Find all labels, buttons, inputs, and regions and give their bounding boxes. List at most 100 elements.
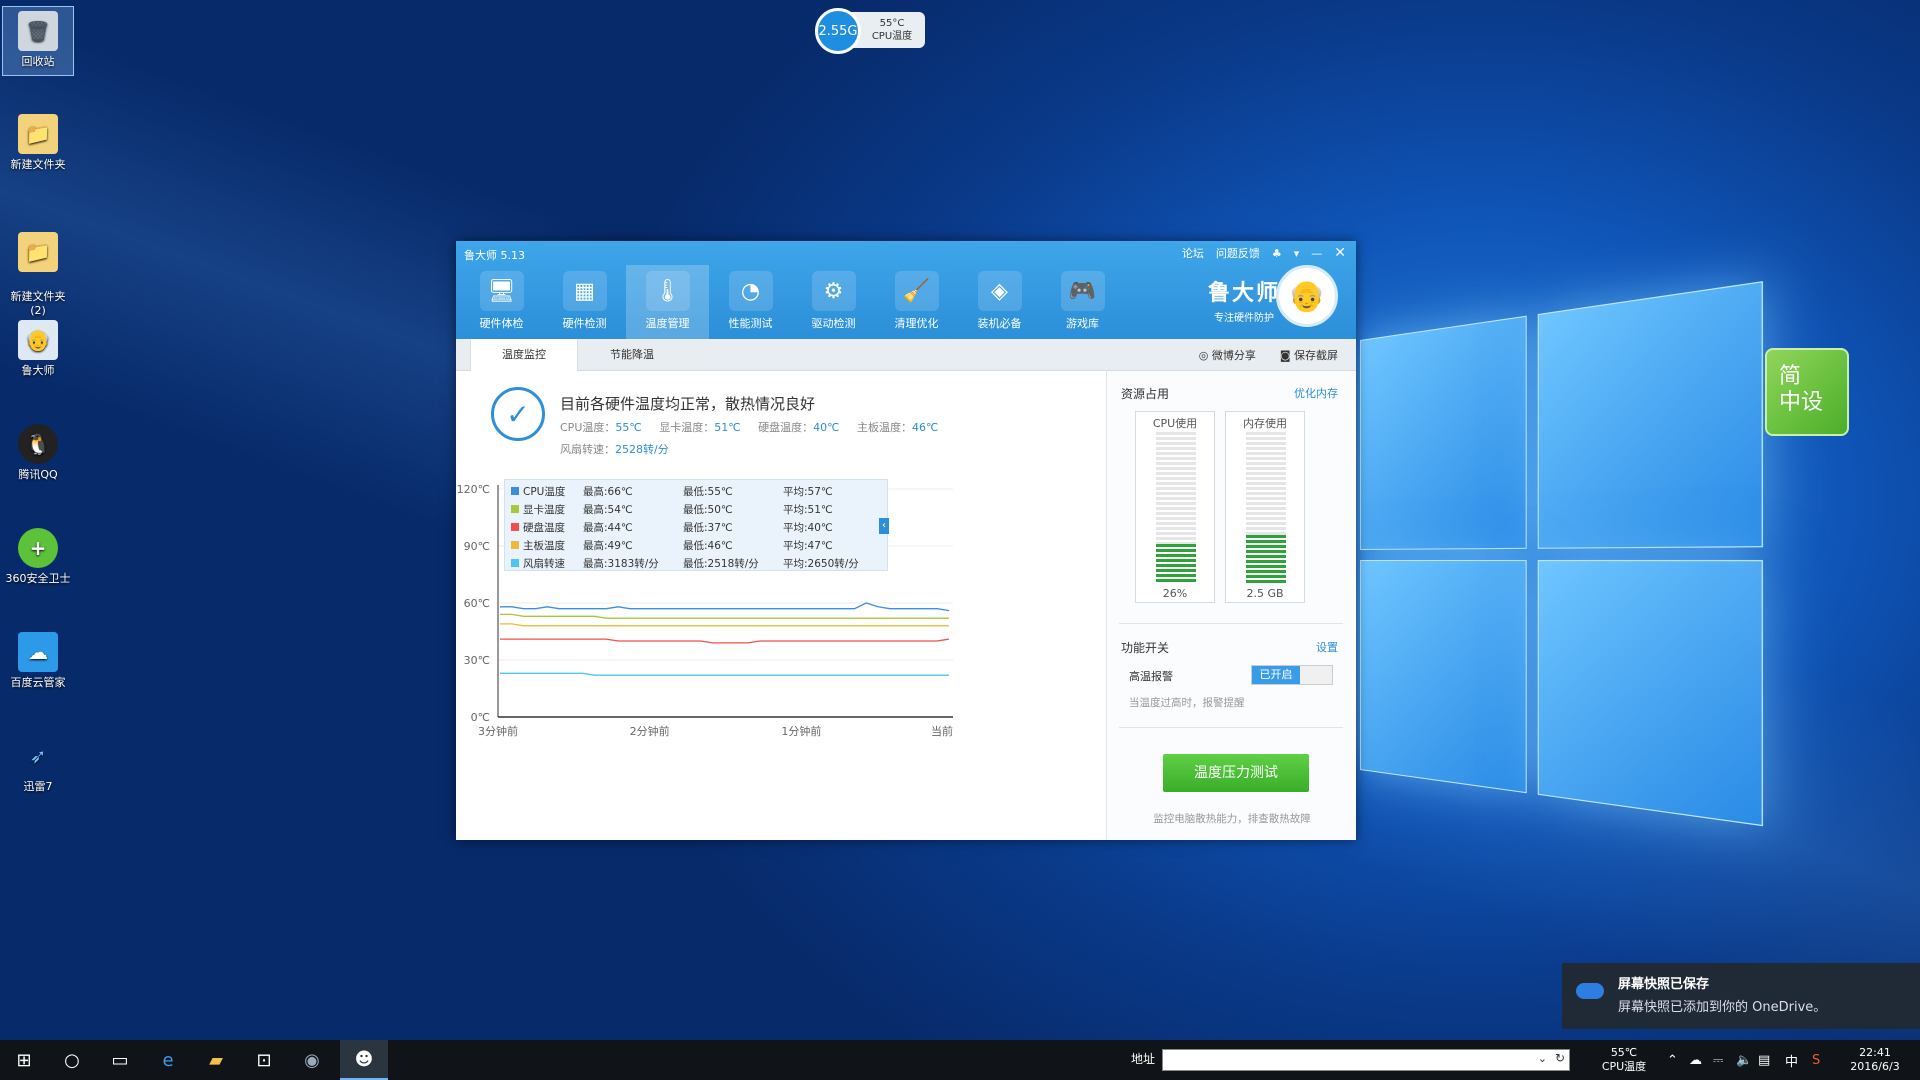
tab-energy-save[interactable]: 节能降温 bbox=[578, 339, 686, 371]
windows-logo-wallpaper bbox=[1360, 281, 1763, 839]
cpu-temp-value: 55℃ bbox=[615, 421, 642, 434]
tray-temp-label: CPU温度 bbox=[1601, 1060, 1647, 1073]
sogou-icon[interactable]: S bbox=[1812, 1040, 1820, 1080]
optimize-memory-link[interactable]: 优化内存 bbox=[1294, 385, 1338, 401]
tray-cpu-temp[interactable]: 55℃ CPU温度 bbox=[1596, 1040, 1652, 1080]
memory-usage-value: 2.5 GB bbox=[1246, 587, 1284, 600]
network-icon[interactable]: ⎓ bbox=[1713, 1040, 1723, 1080]
nav-label: 温度管理 bbox=[645, 317, 690, 330]
forum-link[interactable]: 论坛 bbox=[1182, 245, 1204, 261]
collapse-legend-button[interactable]: ‹ bbox=[879, 518, 889, 534]
gpu-temp-value: 51℃ bbox=[714, 421, 741, 434]
legend-min: 最低:50℃ bbox=[683, 503, 733, 516]
monitor-icon: 🖥 bbox=[479, 271, 524, 311]
clock[interactable]: 22:41 2016/6/3 bbox=[1840, 1040, 1910, 1080]
window-title: 鲁大师 5.13 bbox=[464, 249, 525, 262]
mascot-avatar[interactable]: 👴 bbox=[1276, 265, 1338, 327]
series-line bbox=[500, 638, 950, 644]
gpu-temp-label: 显卡温度： bbox=[659, 421, 715, 434]
taskbar-explorer[interactable]: ▰ bbox=[192, 1040, 240, 1080]
widget-text-1: 简 bbox=[1779, 364, 1802, 389]
address-input[interactable]: ⌄ ↻ bbox=[1162, 1049, 1570, 1071]
taskbar-ludashi[interactable]: ☻ bbox=[340, 1040, 388, 1080]
xunlei-icon: ➶ bbox=[29, 744, 47, 768]
cpu-usage-bar bbox=[1156, 432, 1196, 584]
desktop-icon-folder[interactable]: 📁 新建文件夹 bbox=[2, 114, 74, 172]
alarm-toggle[interactable]: 已开启 bbox=[1251, 665, 1333, 685]
refresh-icon[interactable]: ↻ bbox=[1555, 1051, 1565, 1065]
nav-temperature[interactable]: 🌡 温度管理 bbox=[626, 265, 709, 339]
minimize-button[interactable]: — bbox=[1311, 247, 1322, 260]
desktop-icon-folder-2[interactable]: 📁 新建文件夹 (2) bbox=[2, 218, 74, 332]
taskbar: ⊞ ○ ▭ e ▰ ⊡ ◉ ☻ 地址 ⌄ ↻ 55℃ CPU温度 ⌃ ☁ ⎓ 🔈 … bbox=[0, 1040, 1920, 1080]
nav-driver[interactable]: ⚙ 驱动检测 bbox=[792, 265, 875, 339]
stress-test-button[interactable]: 温度压力测试 bbox=[1163, 754, 1309, 792]
taskbar-edge[interactable]: e bbox=[144, 1040, 192, 1080]
folder-icon: ▰ bbox=[209, 1049, 223, 1071]
cpu-usage-fill bbox=[1156, 544, 1196, 584]
desktop-icon-recycle-bin[interactable]: 🗑 回收站 bbox=[2, 6, 74, 76]
cpu-usage-label: CPU使用 bbox=[1152, 417, 1198, 430]
taskbar-steam[interactable]: ◉ bbox=[288, 1040, 336, 1080]
onedrive-notification[interactable]: 屏幕快照已保存 屏幕快照已添加到你的 OneDrive。 bbox=[1562, 963, 1920, 1029]
taskbar-store[interactable]: ⊡ bbox=[240, 1040, 288, 1080]
onedrive-tray-icon[interactable]: ☁ bbox=[1689, 1040, 1702, 1080]
series-line bbox=[500, 602, 950, 612]
cpu-usage-value: 26% bbox=[1162, 587, 1188, 600]
x-tick-label: 2分钟前 bbox=[630, 724, 670, 738]
settings-link[interactable]: 设置 bbox=[1316, 639, 1338, 655]
y-tick-label: 90℃ bbox=[464, 540, 490, 553]
cpu-temp-widget[interactable]: 2.55G 55°C CPU温度 bbox=[815, 8, 925, 54]
feedback-link[interactable]: 问题反馈 bbox=[1216, 245, 1260, 261]
desktop-icon-360[interactable]: + 360安全卫士 bbox=[2, 528, 74, 586]
y-tick-label: 60℃ bbox=[464, 597, 490, 610]
nav-label: 清理优化 bbox=[894, 317, 939, 330]
close-button[interactable]: ✕ bbox=[1334, 245, 1346, 261]
menu-icon[interactable]: ▾ bbox=[1294, 247, 1300, 260]
task-view-button[interactable]: ▭ bbox=[96, 1040, 144, 1080]
desktop-icon-label: 迅雷7 bbox=[23, 780, 53, 793]
simple-mode-widget[interactable]: 简 中设 bbox=[1765, 348, 1849, 436]
search-button[interactable]: ○ bbox=[48, 1040, 96, 1080]
weibo-share-button[interactable]: ◎ 微博分享 bbox=[1199, 347, 1256, 363]
nav-games[interactable]: 🎮 游戏库 bbox=[1041, 265, 1124, 339]
desktop-icon-qq[interactable]: 🐧 腾讯QQ bbox=[2, 424, 74, 482]
skin-icon[interactable]: ♣ bbox=[1272, 247, 1282, 260]
folder-icon: 📁 bbox=[18, 232, 58, 272]
nav-performance[interactable]: ◔ 性能测试 bbox=[709, 265, 792, 339]
side-panel: 资源占用 优化内存 CPU使用 26% 内存使用 2.5 GB 功能开关 设置 … bbox=[1106, 371, 1356, 840]
alarm-label: 高温报警 bbox=[1129, 670, 1173, 683]
legend-name: 硬盘温度 bbox=[523, 521, 565, 534]
folder-icon: 📁 bbox=[18, 114, 58, 154]
action-center-icon[interactable]: ▤ bbox=[1758, 1040, 1770, 1080]
tab-temp-monitor[interactable]: 温度监控 bbox=[470, 339, 578, 371]
volume-icon[interactable]: 🔈 bbox=[1736, 1040, 1752, 1080]
legend-row: 显卡温度 最高:54℃ 最低:50℃ 平均:51℃ bbox=[511, 500, 887, 518]
nav-install[interactable]: ◈ 装机必备 bbox=[958, 265, 1041, 339]
nav-hardware-detect[interactable]: ▦ 硬件检测 bbox=[543, 265, 626, 339]
alarm-description: 当温度过高时，报警提醒 bbox=[1129, 697, 1245, 709]
nav-label: 游戏库 bbox=[1066, 317, 1099, 330]
desktop-icon-label: 百度云管家 bbox=[10, 676, 66, 689]
address-label: 地址 bbox=[1131, 1052, 1156, 1066]
x-tick-label: 1分钟前 bbox=[781, 724, 821, 738]
start-button[interactable]: ⊞ bbox=[0, 1040, 48, 1080]
legend-max: 最高:3183转/分 bbox=[583, 557, 659, 570]
tab-actions: ◎ 微博分享 ◙ 保存截屏 bbox=[1199, 339, 1338, 371]
disk-temp-label: 硬盘温度： bbox=[758, 421, 814, 434]
desktop-icon-xunlei[interactable]: ➶ 迅雷7 bbox=[2, 736, 74, 794]
ime-indicator[interactable]: 中 bbox=[1785, 1040, 1798, 1080]
board-icon: ▦ bbox=[562, 271, 607, 311]
desktop-icon-ludashi[interactable]: 👴 鲁大师 bbox=[2, 320, 74, 378]
legend-row: 风扇转速 最高:3183转/分 最低:2518转/分 平均:2650转/分 bbox=[511, 554, 887, 572]
nav-label: 硬件体检 bbox=[479, 317, 524, 330]
save-screenshot-button[interactable]: ◙ 保存截屏 bbox=[1280, 347, 1338, 363]
nav-clean[interactable]: 🧹 清理优化 bbox=[875, 265, 958, 339]
nav-hardware-check[interactable]: 🖥 硬件体检 bbox=[460, 265, 543, 339]
show-hidden-icons[interactable]: ⌃ bbox=[1667, 1040, 1678, 1080]
legend-name: 主板温度 bbox=[523, 539, 565, 552]
memory-usage-bar bbox=[1246, 432, 1286, 584]
desktop-icon-baidu-cloud[interactable]: ☁ 百度云管家 bbox=[2, 632, 74, 690]
legend-swatch bbox=[511, 523, 519, 531]
memory-usage-meter: 内存使用 2.5 GB bbox=[1225, 411, 1305, 603]
